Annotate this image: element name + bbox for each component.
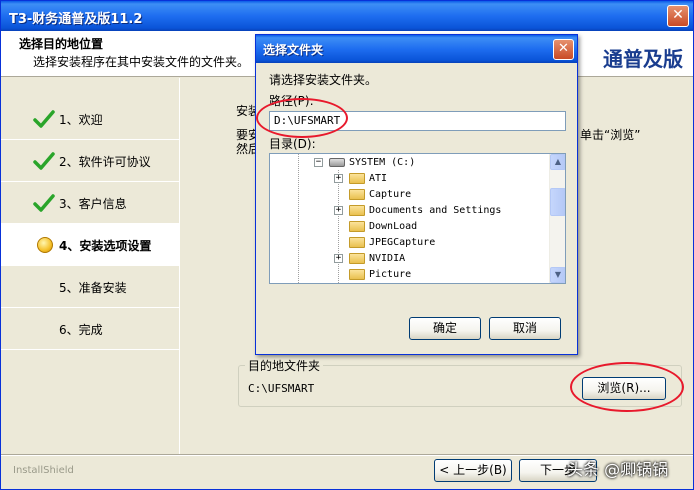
expand-icon[interactable]: + [334, 173, 343, 183]
step-label: 6、完成 [59, 323, 103, 337]
tree-scrollbar[interactable]: ▲ ▼ [549, 154, 565, 283]
collapse-icon[interactable]: − [314, 157, 323, 167]
dialog-title-bar[interactable]: 选择文件夹 ✕ [256, 35, 577, 63]
check-icon [33, 152, 55, 170]
step-label: 1、欢迎 [59, 113, 103, 127]
watermark: 头条 @卿锅锅 [567, 460, 669, 479]
title-bar[interactable]: T3-财务通普及版11.2 ✕ [1, 1, 693, 31]
check-icon [33, 110, 55, 128]
check-icon [33, 194, 55, 212]
close-icon[interactable]: ✕ [667, 5, 689, 27]
scroll-down-icon[interactable]: ▼ [550, 267, 565, 283]
tree-item-label: NVIDIA [369, 253, 406, 264]
cancel-button[interactable]: 取消 [489, 317, 561, 340]
folder-icon [349, 268, 365, 280]
folder-icon [349, 172, 365, 184]
folder-icon [349, 220, 365, 232]
step-label: 3、客户信息 [59, 197, 127, 211]
step-label: 2、软件许可协议 [59, 155, 151, 169]
step-label: 4、安装选项设置 [59, 239, 152, 253]
scroll-thumb[interactable] [550, 188, 565, 216]
steps-sidebar: 1、欢迎 2、软件许可协议 3、客户信息 4、安装选项设置 5、准备安装 6、完… [1, 78, 179, 454]
bulb-icon [37, 237, 53, 253]
step-customer-info: 3、客户信息 [1, 182, 179, 224]
dialog-prompt: 请选择安装文件夹。 [269, 73, 378, 87]
tree-item[interactable]: JPEGCapture [334, 235, 435, 251]
content-text: 单击“浏览” [580, 128, 641, 142]
tree-item-label: DownLoad [369, 221, 418, 232]
folder-icon [349, 204, 365, 216]
step-finish: 6、完成 [1, 308, 179, 350]
page-title: 选择目的地位置 [19, 37, 104, 51]
brand-text: 通普及版 [603, 47, 683, 71]
tree-item-label: Documents and Settings [369, 205, 502, 216]
page-subtitle: 选择安装程序在其中安装文件的文件夹。 [33, 55, 250, 69]
tree-item-drive-c[interactable]: − SYSTEM (C:) [314, 155, 415, 171]
select-folder-dialog: 选择文件夹 ✕ 请选择安装文件夹。 路径(P): D:\UFSMART 目录(D… [255, 34, 578, 355]
step-label: 5、准备安装 [59, 281, 127, 295]
tree-item[interactable]: Picture [334, 267, 411, 283]
annotation-ellipse-browse [570, 362, 684, 412]
tree-item-label: JPEGCapture [369, 237, 436, 248]
close-icon[interactable]: ✕ [553, 39, 574, 60]
folder-icon [349, 188, 365, 200]
folder-icon [349, 236, 365, 248]
tree-item[interactable]: + Documents and Settings [334, 203, 501, 219]
tree-item[interactable]: + ATI [334, 171, 387, 187]
tree-item[interactable]: DownLoad [334, 219, 417, 235]
drive-icon [329, 157, 345, 167]
tree-item[interactable]: + NVIDIA [334, 251, 405, 267]
tree-item-label: SYSTEM (C:) [349, 157, 416, 168]
destination-folder-label: 目的地文件夹 [245, 357, 324, 374]
tree-item[interactable]: Capture [334, 187, 411, 203]
directory-tree[interactable]: − SYSTEM (C:) + ATI Capture + Documents and… [269, 153, 566, 284]
annotation-ellipse-path [256, 98, 348, 138]
dialog-title: 选择文件夹 [263, 43, 324, 57]
tree-item-label: Picture [369, 269, 412, 280]
step-license: 2、软件许可协议 [1, 140, 179, 182]
step-prepare: 5、准备安装 [1, 266, 179, 308]
step-welcome: 1、欢迎 [1, 98, 179, 140]
expand-icon[interactable]: + [334, 253, 343, 263]
ok-button[interactable]: 确定 [409, 317, 481, 340]
window-title: T3-财务通普及版11.2 [9, 12, 143, 27]
tree-item-label: ATI [369, 173, 388, 184]
destination-path: C:\UFSMART [248, 382, 315, 395]
step-install-options: 4、安装选项设置 [1, 224, 179, 266]
scroll-up-icon[interactable]: ▲ [550, 154, 565, 170]
expand-icon[interactable]: + [334, 205, 343, 215]
folder-icon [349, 252, 365, 264]
tree-item-label: Capture [369, 189, 412, 200]
installshield-label: InstallShield [13, 465, 74, 476]
back-button[interactable]: < 上一步(B) [434, 459, 512, 482]
